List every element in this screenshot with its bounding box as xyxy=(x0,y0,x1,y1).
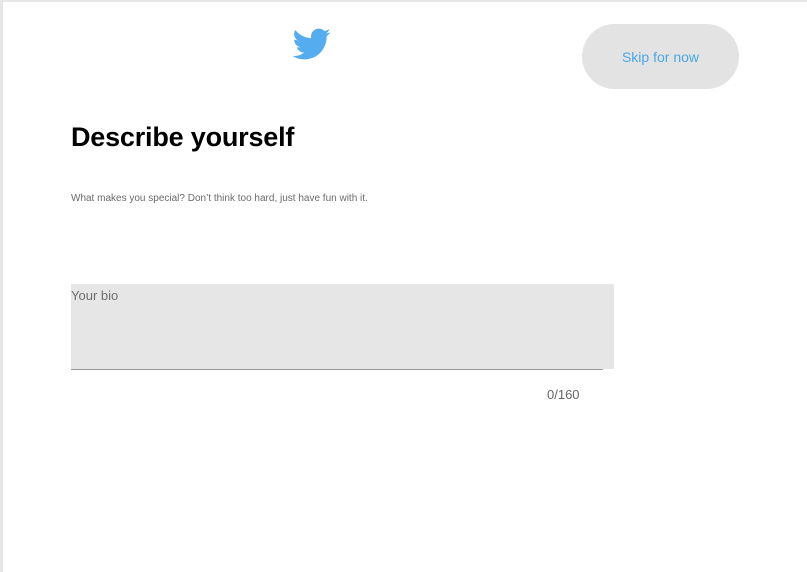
bio-underline xyxy=(71,369,603,370)
character-counter: 0/160 xyxy=(547,387,580,402)
skip-for-now-button[interactable]: Skip for now xyxy=(582,24,739,89)
bio-field[interactable] xyxy=(71,284,614,369)
page-subtitle: What makes you special? Don’t think too … xyxy=(71,193,368,204)
twitter-bird-icon xyxy=(291,24,331,64)
bio-input[interactable] xyxy=(71,284,614,369)
page-title: Describe yourself xyxy=(71,122,295,152)
